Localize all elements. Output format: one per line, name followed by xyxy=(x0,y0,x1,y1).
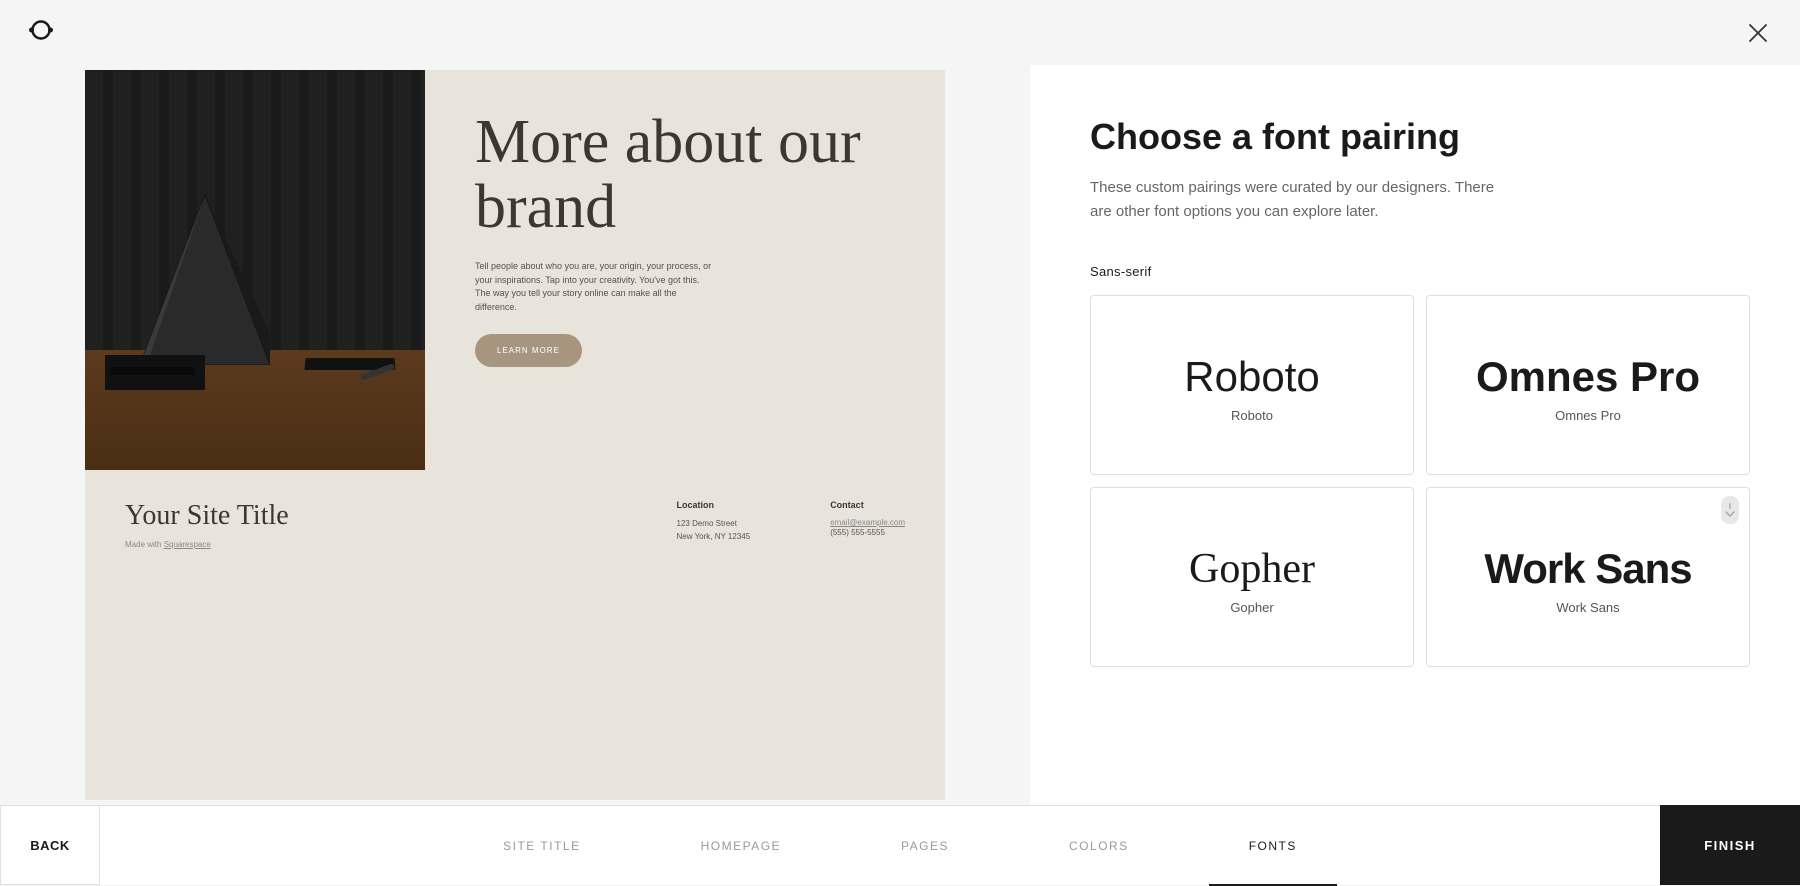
right-panel: Choose a font pairing These custom pairi… xyxy=(1030,65,1800,805)
preview-body-text: Tell people about who you are, your orig… xyxy=(475,260,715,314)
preview-site-title: Your Site Title xyxy=(125,500,677,532)
preview-top: More about our brand Tell people about w… xyxy=(85,70,945,470)
section-label: Sans-serif xyxy=(1090,264,1750,279)
font-card-gopher[interactable]: Gopher Gopher xyxy=(1090,487,1414,667)
site-title-area: Your Site Title Made with Squarespace xyxy=(125,500,677,549)
font-display-omnes-pro: Omnes Pro xyxy=(1476,356,1700,398)
preview-text-area: More about our brand Tell people about w… xyxy=(425,70,945,470)
header xyxy=(0,0,1800,65)
font-display-work-sans: Work Sans xyxy=(1484,548,1691,590)
nav-step-site-title[interactable]: SITE TITLE xyxy=(443,806,640,886)
font-card-roboto[interactable]: Roboto Roboto xyxy=(1090,295,1414,475)
finish-button[interactable]: FINISH xyxy=(1660,805,1800,885)
preview-footer: Your Site Title Made with Squarespace Lo… xyxy=(85,470,945,579)
nav-step-fonts[interactable]: FONTS xyxy=(1189,806,1357,886)
font-label-roboto: Roboto xyxy=(1231,408,1273,423)
preview-headline: More about our brand xyxy=(475,110,895,240)
close-button[interactable] xyxy=(1740,15,1776,51)
back-button[interactable]: BACK xyxy=(0,805,100,885)
font-display-gopher: Gopher xyxy=(1189,548,1315,590)
preview-col-contact: Contact email@example.com (555) 555-5555 xyxy=(830,500,905,544)
main-content: More about our brand Tell people about w… xyxy=(0,65,1800,805)
footer-nav: BACK SITE TITLE HOMEPAGE PAGES COLORS FO… xyxy=(0,805,1800,885)
nav-step-colors[interactable]: COLORS xyxy=(1009,806,1189,886)
font-card-work-sans[interactable]: Work Sans Work Sans xyxy=(1426,487,1750,667)
nav-step-pages[interactable]: PAGES xyxy=(841,806,1009,886)
preview-col-location: Location 123 Demo Street New York, NY 12… xyxy=(677,500,751,544)
nav-steps: SITE TITLE HOMEPAGE PAGES COLORS FONTS xyxy=(443,806,1357,886)
panel-subtitle: These custom pairings were curated by ou… xyxy=(1090,176,1510,224)
font-label-gopher: Gopher xyxy=(1230,600,1273,615)
preview-panel: More about our brand Tell people about w… xyxy=(0,65,1030,805)
font-card-omnes-pro[interactable]: Omnes Pro Omnes Pro xyxy=(1426,295,1750,475)
squarespace-logo xyxy=(24,13,58,52)
site-preview: More about our brand Tell people about w… xyxy=(85,70,945,800)
nav-step-homepage[interactable]: HOMEPAGE xyxy=(641,806,841,886)
font-display-roboto: Roboto xyxy=(1184,356,1319,398)
font-label-omnes-pro: Omnes Pro xyxy=(1555,408,1621,423)
preview-cta-button: LEARN MORE xyxy=(475,334,582,367)
font-grid: Roboto Roboto Omnes Pro Omnes Pro Gopher… xyxy=(1090,295,1750,667)
preview-columns: Location 123 Demo Street New York, NY 12… xyxy=(677,500,906,544)
preview-made-with: Made with Squarespace xyxy=(125,540,677,549)
preview-image xyxy=(85,70,425,470)
panel-title: Choose a font pairing xyxy=(1090,115,1750,158)
font-label-work-sans: Work Sans xyxy=(1556,600,1619,615)
